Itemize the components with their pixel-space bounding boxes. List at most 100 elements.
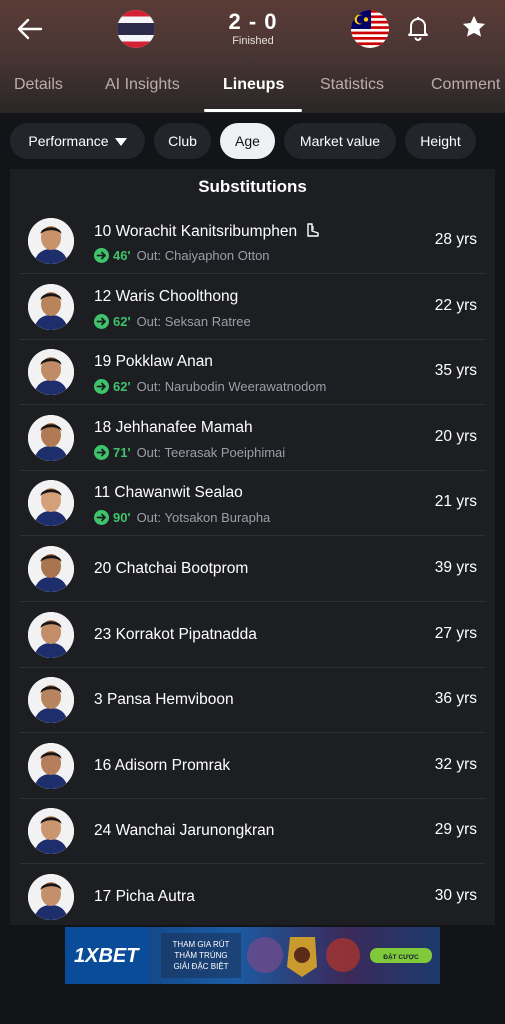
player-number: 17 <box>94 888 112 905</box>
player-name-text: Adisorn Promrak <box>114 756 231 774</box>
thailand-flag-icon[interactable] <box>117 10 155 48</box>
player-avatar <box>28 349 74 396</box>
player-row[interactable]: 19 Pokklaw Anan 62' Out: Narubodin Weerawa… <box>20 339 485 406</box>
tab-ai-insights[interactable]: AI Insights <box>105 76 180 94</box>
player-row[interactable]: 11 Chawanwit Sealao 90' Out: Yotsakon Bura… <box>20 470 485 537</box>
substitution-info: 62' Out: Seksan Ratree <box>94 313 251 329</box>
player-row[interactable]: 16 Adisorn Promrak 32 yrs <box>20 733 485 799</box>
substitution-info: 90' Out: Yotsakon Burapha <box>94 510 271 526</box>
player-row[interactable]: 23 Korrakot Pipatnadda 27 yrs <box>20 602 485 668</box>
player-avatar <box>28 808 74 855</box>
chip-club[interactable]: Club <box>154 123 211 159</box>
back-arrow-icon[interactable] <box>14 13 46 45</box>
performance-dropdown[interactable]: Performance <box>10 123 145 159</box>
player-avatar <box>28 742 74 789</box>
player-name: 18 Jehhanafee Mamah <box>94 419 253 437</box>
substitution-info: 62' Out: Narubodin Weerawatnodom <box>94 379 326 395</box>
player-name-text: Chatchai Bootprom <box>115 560 249 577</box>
player-avatar <box>28 546 74 592</box>
substituted-out-player: Out: Chaiyaphon Otton <box>136 248 270 263</box>
chip-market-value[interactable]: Market value <box>284 123 396 159</box>
player-name: 11 Chawanwit Sealao <box>94 484 243 502</box>
caret-down-icon <box>114 138 127 147</box>
tab-details[interactable]: Details <box>14 76 63 94</box>
player-name: 19 Pokklaw Anan <box>94 353 213 371</box>
player-row[interactable]: 20 Chatchai Bootprom 39 yrs <box>20 536 485 602</box>
player-name-text: Picha Autra <box>115 888 195 905</box>
player-age: 27 yrs <box>434 624 477 642</box>
player-row[interactable]: 24 Wanchai Jarunongkran 29 yrs <box>20 798 485 865</box>
player-row[interactable]: 3 Pansa Hemviboon 36 yrs <box>20 667 485 734</box>
tab-statistics[interactable]: Statistics <box>320 76 384 94</box>
substitution-minute: 71' <box>113 444 131 460</box>
player-name-text: Pokklaw Anan <box>115 353 213 371</box>
player-number: 19 <box>94 353 112 371</box>
player-number: 20 <box>94 560 112 577</box>
player-age: 22 yrs <box>434 296 477 314</box>
player-age: 28 yrs <box>434 231 477 248</box>
player-name-text: Waris Choolthong <box>115 287 239 305</box>
ad-cta: ĐẶT CƯỢC <box>383 952 419 961</box>
player-row[interactable]: 10 Worachit Kanitsribumphen 46' Out: Chaiy… <box>20 208 485 274</box>
assist-boot-icon <box>305 223 321 240</box>
tab-lineups[interactable]: Lineups <box>223 76 284 94</box>
player-name-text: Wanchai Jarunongkran <box>115 822 275 840</box>
substituted-out-player: Out: Teerasak Poeiphimai <box>136 444 286 460</box>
active-tab-indicator <box>204 109 302 112</box>
malaysia-flag-icon[interactable] <box>351 10 389 48</box>
chip-age[interactable]: Age <box>220 123 275 159</box>
section-title: Substitutions <box>198 177 307 196</box>
favorite-star-icon[interactable] <box>460 13 488 41</box>
player-avatar <box>28 414 74 461</box>
player-age: 29 yrs <box>434 821 477 839</box>
player-name: 3 Pansa Hemviboon <box>94 691 234 709</box>
ad-line-2: THĂM TRÚNG <box>174 951 227 960</box>
ad-banner[interactable]: 1XBET THAM GIA RÚT THĂM TRÚNG GIẢI ĐẶC B… <box>65 927 440 984</box>
match-status: Finished <box>232 35 274 47</box>
player-name: 16 Adisorn Promrak <box>94 757 230 775</box>
player-number: 3 <box>94 691 103 709</box>
player-name: 12 Waris Choolthong <box>94 288 238 306</box>
performance-dropdown-label: Performance <box>28 133 109 149</box>
player-number: 24 <box>94 822 112 840</box>
substitution-in-arrow-icon <box>94 510 109 526</box>
filter-bar: Performance Club Age Market value Height <box>0 113 505 169</box>
substituted-out-player: Out: Yotsakon Burapha <box>136 510 271 526</box>
player-avatar <box>28 218 74 264</box>
player-name: 24 Wanchai Jarunongkran <box>94 822 274 840</box>
notification-bell-icon[interactable] <box>405 14 431 42</box>
player-avatar <box>28 480 74 527</box>
player-age: 35 yrs <box>434 362 477 380</box>
ad-line-3: GIẢI ĐẶC BIỆT <box>173 962 228 971</box>
tab-comment[interactable]: Comment <box>431 76 500 94</box>
player-number: 16 <box>94 756 112 774</box>
ad-line-1: THAM GIA RÚT <box>173 940 230 949</box>
player-name-text: Korrakot Pipatnadda <box>115 625 257 643</box>
player-name-text: Pansa Hemviboon <box>106 691 234 709</box>
substitution-minute: 46' <box>113 248 131 263</box>
substitution-in-arrow-icon <box>94 379 109 395</box>
player-name: 10 Worachit Kanitsribumphen <box>94 222 321 241</box>
player-row[interactable]: 18 Jehhanafee Mamah 71' Out: Teerasak Poei… <box>20 405 485 471</box>
player-name: 23 Korrakot Pipatnadda <box>94 626 257 644</box>
player-name-text: Chawanwit Sealao <box>114 484 243 502</box>
substituted-out-player: Out: Seksan Ratree <box>136 313 251 329</box>
match-score: 2 - 0 <box>228 9 278 34</box>
player-row[interactable]: 17 Picha Autra 30 yrs <box>20 864 485 929</box>
substitution-minute: 62' <box>113 313 131 329</box>
player-number: 10 <box>94 223 112 240</box>
player-number: 12 <box>94 287 112 305</box>
substitution-in-arrow-icon <box>94 248 109 263</box>
player-age: 36 yrs <box>434 690 477 708</box>
chip-height[interactable]: Height <box>405 123 476 159</box>
player-name: 20 Chatchai Bootprom <box>94 560 248 578</box>
player-row[interactable]: 12 Waris Choolthong 62' Out: Seksan Ratree… <box>20 274 485 340</box>
ad-brand: 1XBET <box>74 945 140 967</box>
player-name: 17 Picha Autra <box>94 888 195 906</box>
match-tabs: Details AI Insights Lineups Statistics C… <box>0 66 505 112</box>
player-number: 23 <box>94 625 112 643</box>
player-age: 32 yrs <box>434 755 477 773</box>
player-age: 39 yrs <box>434 559 477 576</box>
player-number: 11 <box>94 484 111 502</box>
substitution-minute: 90' <box>113 510 131 526</box>
